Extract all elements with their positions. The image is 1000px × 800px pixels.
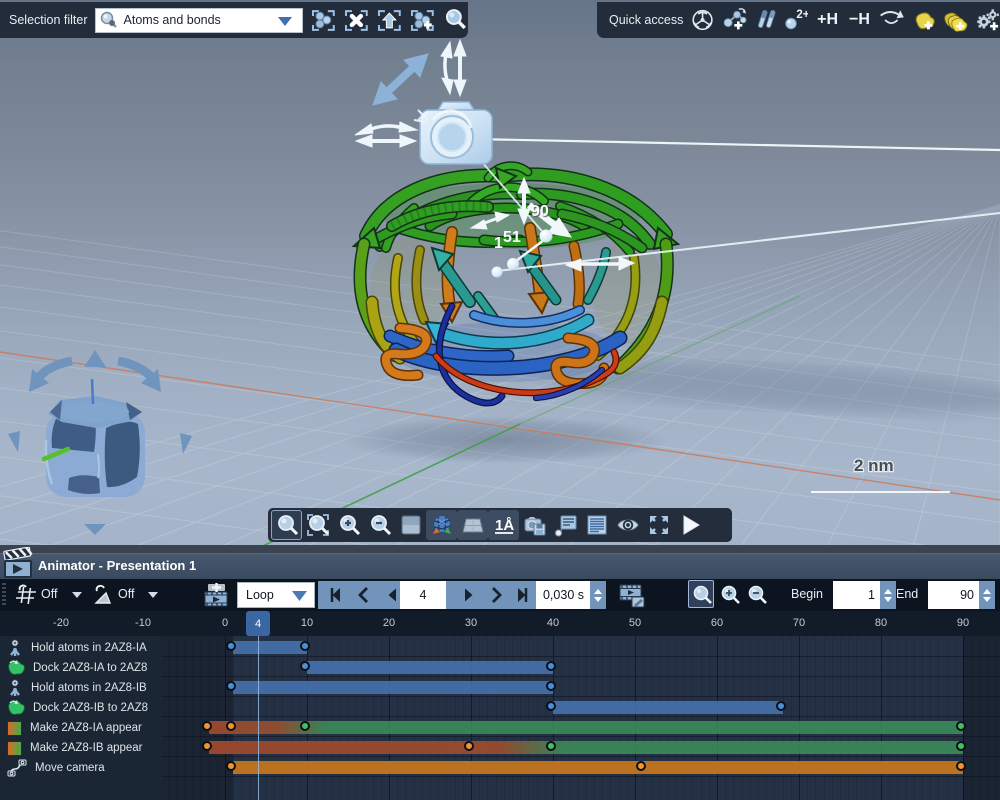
svg-text:2 nm: 2 nm xyxy=(854,456,894,475)
svg-text:2+: 2+ xyxy=(797,9,809,21)
svg-text:90: 90 xyxy=(531,203,549,220)
svg-text:51: 51 xyxy=(503,229,521,246)
svg-text:1Å: 1Å xyxy=(495,517,514,534)
svg-text:1: 1 xyxy=(494,235,503,252)
